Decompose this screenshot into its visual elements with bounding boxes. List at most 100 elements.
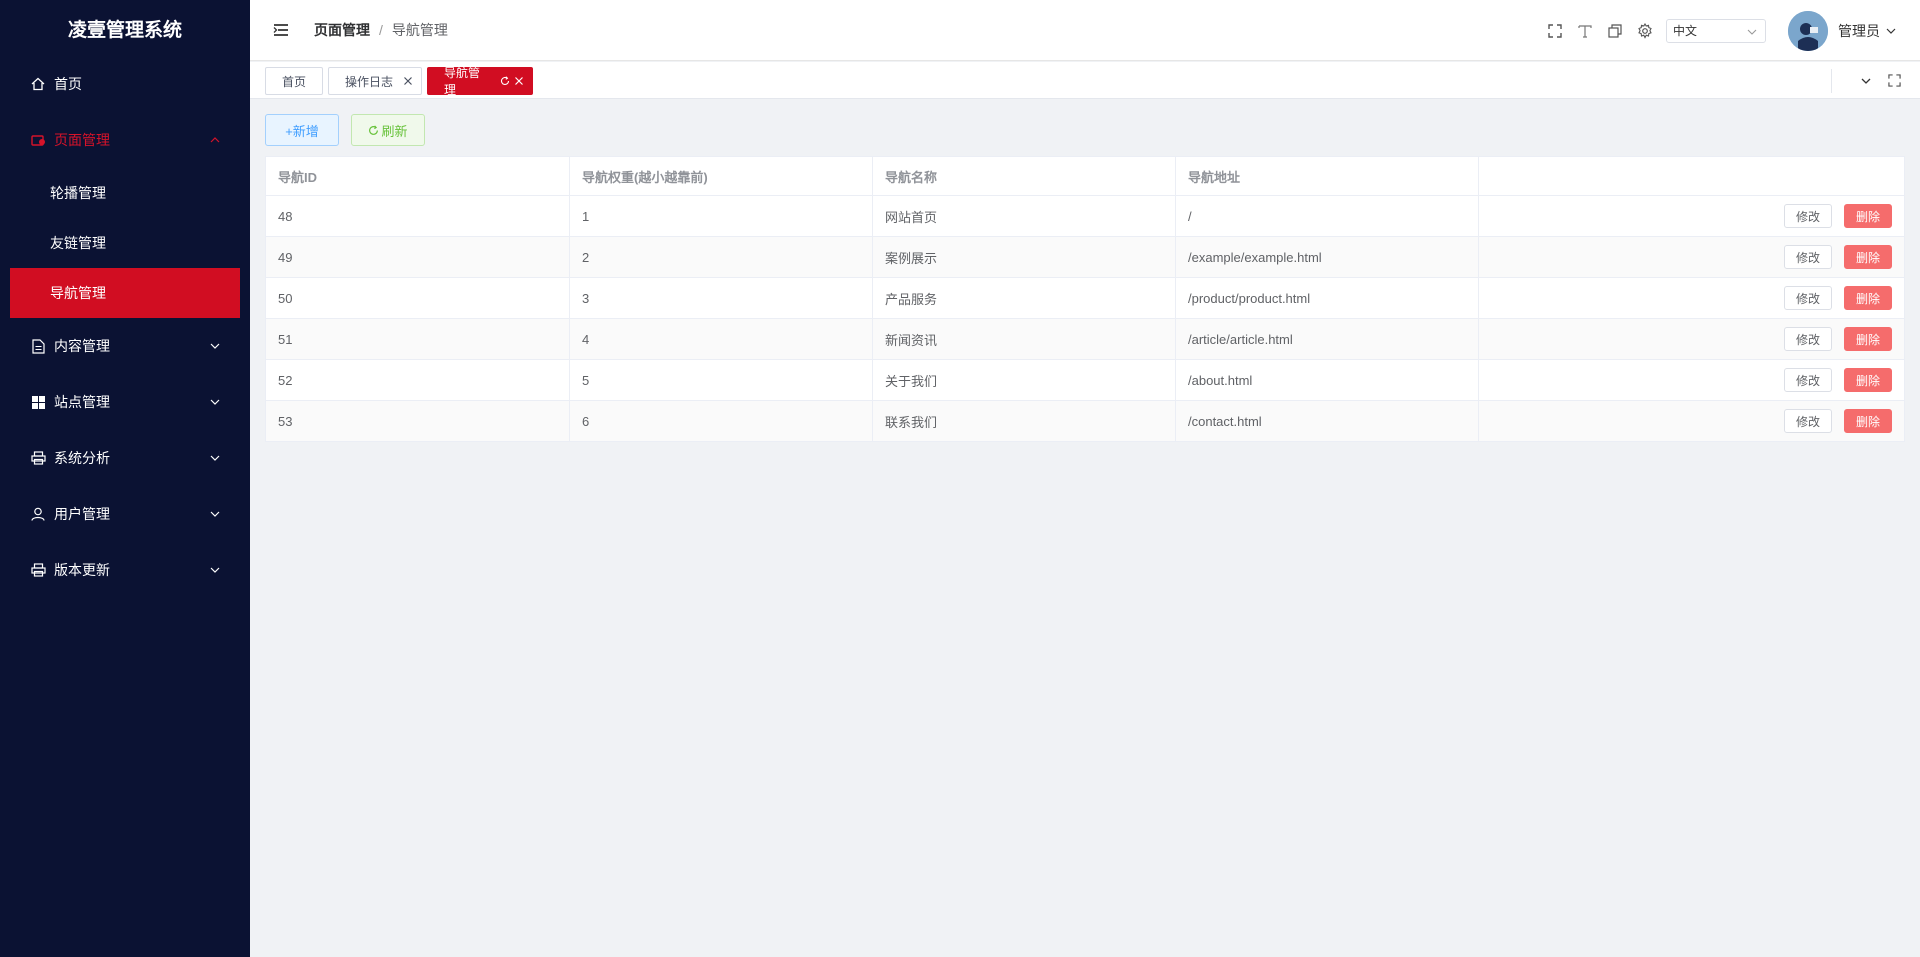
layout-icon[interactable]	[1606, 22, 1624, 40]
sidebar-item-label: 内容管理	[54, 338, 110, 354]
font-size-icon[interactable]	[1576, 22, 1594, 40]
table-cell: 新闻资讯	[872, 318, 1176, 360]
fullscreen-icon[interactable]	[1886, 73, 1902, 89]
edit-button[interactable]: 修改	[1784, 286, 1832, 310]
table-cell: 5	[569, 359, 873, 401]
top-header: 页面管理 / 导航管理 中文 管理员	[250, 0, 1920, 61]
sidebar: 凌壹管理系统 首页 页面管理 轮播管理 友链管理 导航管理 内容管理 站点管理	[0, 0, 250, 957]
tab-home[interactable]: 首页	[265, 67, 323, 95]
table-cell: 6	[569, 400, 873, 442]
edit-button[interactable]: 修改	[1784, 327, 1832, 351]
row-actions: 修改 删除	[1478, 277, 1905, 319]
toolbar: +新增 刷新	[265, 114, 425, 146]
edit-button[interactable]: 修改	[1784, 204, 1832, 228]
table-cell: 49	[265, 236, 570, 278]
sidebar-item-label: 用户管理	[54, 506, 110, 522]
table-cell: 联系我们	[872, 400, 1176, 442]
table-row: 51 4 新闻资讯/article/article.html 修改 删除	[265, 318, 1905, 360]
breadcrumb-item[interactable]: 页面管理	[314, 20, 370, 40]
table-cell: /example/example.html	[1175, 236, 1479, 278]
breadcrumb-separator: /	[379, 22, 383, 38]
table-row: 50 3 产品服务/product/product.html 修改 删除	[265, 277, 1905, 319]
delete-button[interactable]: 删除	[1844, 204, 1892, 228]
table-cell: 50	[265, 277, 570, 319]
delete-button[interactable]: 删除	[1844, 245, 1892, 269]
column-header	[1478, 156, 1905, 196]
breadcrumb-current: 导航管理	[391, 22, 448, 38]
refresh-icon	[368, 124, 379, 136]
sidebar-item-analysis[interactable]: 系统分析	[0, 430, 250, 486]
edit-button[interactable]: 修改	[1784, 368, 1832, 392]
column-header: 导航ID	[265, 156, 570, 196]
sidebar-item-page-management[interactable]: 页面管理	[0, 112, 250, 168]
avatar[interactable]	[1788, 10, 1828, 51]
sidebar-item-links[interactable]: 友链管理	[0, 218, 250, 268]
chevron-down-icon	[210, 509, 220, 519]
sidebar-item-site[interactable]: 站点管理	[0, 374, 250, 430]
sidebar-item-version[interactable]: 版本更新	[0, 542, 250, 598]
sidebar-item-label: 版本更新	[54, 562, 110, 578]
delete-button[interactable]: 删除	[1844, 368, 1892, 392]
tags-view: 首页 操作日志 导航管理	[250, 62, 1920, 99]
tab-label: 操作日志	[345, 74, 394, 89]
app-title: 凌壹管理系统	[67, 19, 182, 41]
add-button[interactable]: +新增	[265, 114, 339, 146]
language-select-value: 中文	[1673, 24, 1698, 38]
delete-button[interactable]: 删除	[1844, 327, 1892, 351]
sidebar-item-label: 首页	[54, 76, 82, 92]
home-icon	[30, 76, 46, 92]
sidebar-item-label: 系统分析	[54, 450, 110, 466]
table-cell: /product/product.html	[1175, 277, 1479, 319]
table-cell: 53	[265, 400, 570, 442]
page-icon	[30, 132, 46, 148]
chevron-down-icon	[210, 453, 220, 463]
edit-button[interactable]: 修改	[1784, 409, 1832, 433]
breadcrumb: 页面管理 / 导航管理	[314, 20, 448, 40]
delete-button[interactable]: 删除	[1844, 286, 1892, 310]
language-select[interactable]: 中文	[1666, 18, 1766, 43]
column-header: 导航名称	[872, 156, 1176, 196]
chevron-down-icon	[210, 397, 220, 407]
table-cell: 52	[265, 359, 570, 401]
column-header: 导航权重(越小越靠前)	[569, 156, 873, 196]
chevron-down-icon[interactable]	[1858, 73, 1874, 89]
sidebar-item-users[interactable]: 用户管理	[0, 486, 250, 542]
refresh-button[interactable]: 刷新	[351, 114, 425, 146]
table-cell: /	[1175, 195, 1479, 237]
sidebar-item-home[interactable]: 首页	[0, 56, 250, 112]
tab-navigation-management[interactable]: 导航管理	[427, 66, 533, 97]
user-menu[interactable]: 管理员	[1838, 21, 1896, 41]
table-cell: 51	[265, 318, 570, 360]
chevron-down-icon	[210, 565, 220, 575]
row-actions: 修改 删除	[1478, 236, 1905, 278]
gear-icon[interactable]	[1636, 22, 1654, 40]
refresh-icon[interactable]	[500, 76, 510, 86]
refresh-button-label: 刷新	[381, 123, 408, 139]
chevron-down-icon	[1747, 26, 1757, 36]
sidebar-item-content[interactable]: 内容管理	[0, 318, 250, 374]
close-icon[interactable]	[514, 76, 524, 86]
delete-button[interactable]: 删除	[1844, 409, 1892, 433]
table-cell: /article/article.html	[1175, 318, 1479, 360]
sidebar-item-label: 页面管理	[54, 132, 110, 148]
close-icon[interactable]	[403, 76, 413, 86]
sidebar-item-navigation[interactable]: 导航管理	[10, 268, 240, 318]
chevron-down-icon	[1886, 26, 1896, 36]
printer-icon	[30, 562, 46, 578]
hamburger-icon[interactable]	[270, 19, 292, 41]
sidebar-item-label: 站点管理	[54, 394, 110, 410]
table-cell: 案例展示	[872, 236, 1176, 278]
table-cell: 2	[569, 236, 873, 278]
table-row: 49 2 案例展示/example/example.html 修改 删除	[265, 236, 1905, 278]
chevron-down-icon	[210, 341, 220, 351]
sidebar-item-carousel[interactable]: 轮播管理	[0, 168, 250, 218]
grid-icon	[30, 394, 46, 410]
row-actions: 修改 删除	[1478, 359, 1905, 401]
user-icon	[30, 506, 46, 522]
fullscreen-icon[interactable]	[1546, 22, 1564, 40]
tab-operation-log[interactable]: 操作日志	[328, 67, 422, 95]
edit-button[interactable]: 修改	[1784, 245, 1832, 269]
table-row: 53 6 联系我们/contact.html 修改 删除	[265, 400, 1905, 442]
navigation-table: 导航ID 导航权重(越小越靠前) 导航名称 导航地址 48 1 网站首页 / 修改 删除 4…	[265, 156, 1905, 442]
table-cell: 4	[569, 318, 873, 360]
